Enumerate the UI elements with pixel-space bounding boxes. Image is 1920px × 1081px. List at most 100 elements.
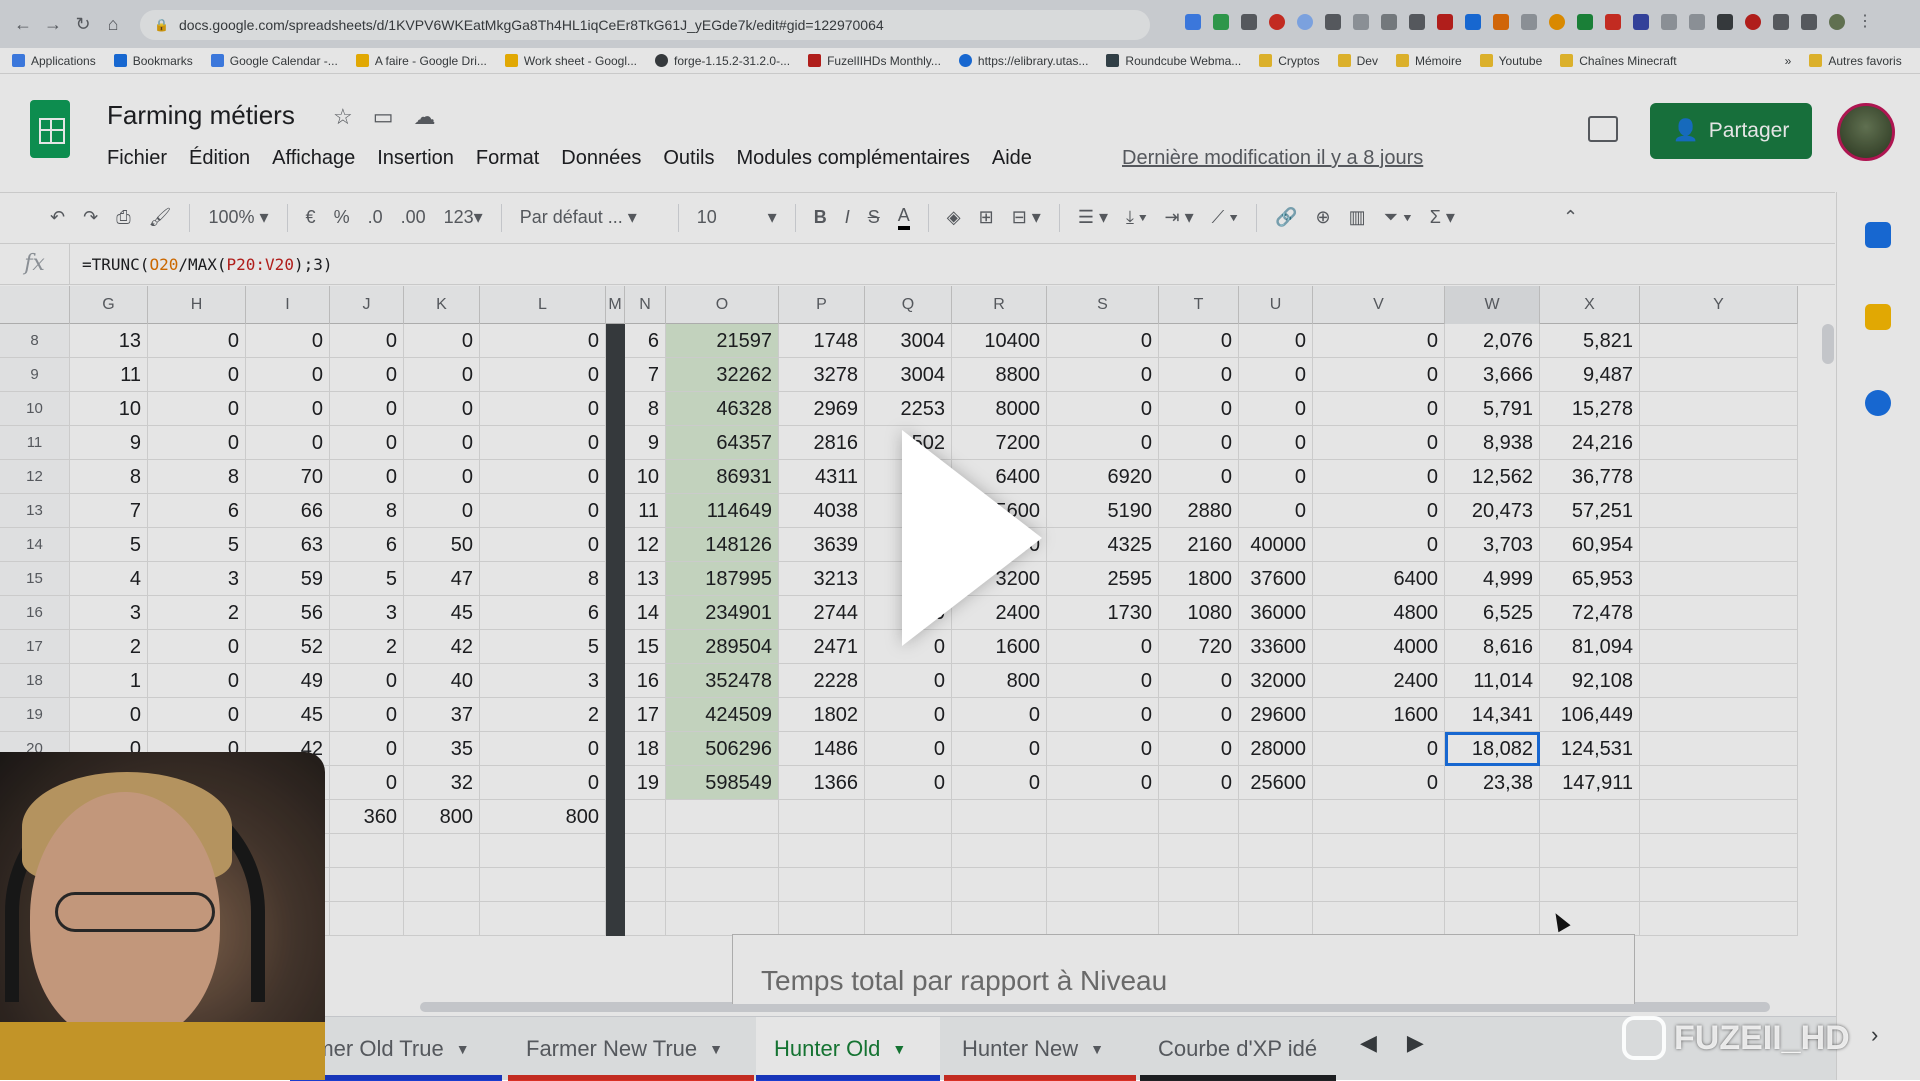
avatar[interactable] bbox=[1837, 103, 1895, 161]
cell-u[interactable]: 28000 bbox=[1239, 732, 1313, 766]
cell-r[interactable]: 0 bbox=[952, 766, 1047, 800]
cell-m[interactable] bbox=[606, 800, 625, 834]
cell-h[interactable]: 0 bbox=[148, 630, 246, 664]
cell-j[interactable]: 0 bbox=[330, 392, 404, 426]
cell-n[interactable]: 10 bbox=[625, 460, 666, 494]
last-edit-link[interactable]: Dernière modification il y a 8 jours bbox=[1122, 147, 1423, 170]
cell-g[interactable]: 8 bbox=[70, 460, 148, 494]
cell-n[interactable] bbox=[625, 834, 666, 868]
cell-n[interactable]: 12 bbox=[625, 528, 666, 562]
bookmark-applications[interactable]: Applications bbox=[12, 54, 96, 68]
select-all-corner[interactable] bbox=[0, 286, 70, 324]
font-select[interactable]: Par défaut ... ▾ bbox=[520, 207, 660, 228]
cell-o[interactable]: 424509 bbox=[666, 698, 779, 732]
cell-m[interactable] bbox=[606, 664, 625, 698]
cell-k[interactable]: 37 bbox=[404, 698, 480, 732]
chevron-down-icon[interactable]: ▼ bbox=[892, 1041, 906, 1057]
cell-q[interactable]: 0 bbox=[865, 766, 952, 800]
row-header[interactable]: 17 bbox=[0, 630, 70, 664]
cell-m[interactable] bbox=[606, 766, 625, 800]
cell-k[interactable]: 0 bbox=[404, 392, 480, 426]
cell-q[interactable] bbox=[865, 868, 952, 902]
column-header-r[interactable]: R bbox=[952, 286, 1047, 324]
cell-v[interactable]: 0 bbox=[1313, 392, 1445, 426]
column-header-u[interactable]: U bbox=[1239, 286, 1313, 324]
cell-p[interactable]: 4038 bbox=[779, 494, 865, 528]
column-header-q[interactable]: Q bbox=[865, 286, 952, 324]
row-header[interactable]: 11 bbox=[0, 426, 70, 460]
cell-y[interactable] bbox=[1640, 698, 1798, 732]
cell-w[interactable]: 20,473 bbox=[1445, 494, 1540, 528]
cell-y[interactable] bbox=[1640, 358, 1798, 392]
cell-g[interactable]: 4 bbox=[70, 562, 148, 596]
opera-extension-icon[interactable] bbox=[1269, 14, 1285, 30]
cell-h[interactable]: 0 bbox=[148, 392, 246, 426]
cell-l[interactable]: 0 bbox=[480, 358, 606, 392]
cast-extension-icon[interactable] bbox=[1689, 14, 1705, 30]
cell-t[interactable]: 2880 bbox=[1159, 494, 1239, 528]
cell-y[interactable] bbox=[1640, 596, 1798, 630]
cell-s[interactable]: 4325 bbox=[1047, 528, 1159, 562]
cell-p[interactable]: 4311 bbox=[779, 460, 865, 494]
vertical-align-icon[interactable]: ⤓ ▾ bbox=[1126, 207, 1147, 228]
cell-t[interactable] bbox=[1159, 800, 1239, 834]
cell-j[interactable]: 360 bbox=[330, 800, 404, 834]
row-header[interactable]: 12 bbox=[0, 460, 70, 494]
row-header[interactable]: 19 bbox=[0, 698, 70, 732]
cell-i[interactable]: 63 bbox=[246, 528, 330, 562]
cell-j[interactable]: 0 bbox=[330, 324, 404, 358]
cell-u[interactable]: 0 bbox=[1239, 392, 1313, 426]
column-header-n[interactable]: N bbox=[625, 286, 666, 324]
cell-h[interactable]: 8 bbox=[148, 460, 246, 494]
cell-i[interactable]: 56 bbox=[246, 596, 330, 630]
column-header-l[interactable]: L bbox=[480, 286, 606, 324]
row-header[interactable]: 8 bbox=[0, 324, 70, 358]
cell-j[interactable]: 8 bbox=[330, 494, 404, 528]
cell-p[interactable]: 3278 bbox=[779, 358, 865, 392]
cell-t[interactable]: 0 bbox=[1159, 766, 1239, 800]
cell-g[interactable]: 10 bbox=[70, 392, 148, 426]
bookmark-forge[interactable]: forge-1.15.2-31.2.0-... bbox=[655, 54, 790, 68]
formula-extension-icon[interactable] bbox=[1241, 14, 1257, 30]
cell-l[interactable]: 8 bbox=[480, 562, 606, 596]
bookmark-roundcube[interactable]: Roundcube Webma... bbox=[1106, 54, 1241, 68]
cell-r[interactable]: 0 bbox=[952, 732, 1047, 766]
cell-u[interactable]: 40000 bbox=[1239, 528, 1313, 562]
cell-y[interactable] bbox=[1640, 630, 1798, 664]
cell-j[interactable]: 0 bbox=[330, 358, 404, 392]
menu-outils[interactable]: Outils bbox=[663, 147, 714, 170]
menu-edition[interactable]: Édition bbox=[189, 147, 250, 170]
cell-x[interactable]: 106,449 bbox=[1540, 698, 1640, 732]
cell-n[interactable]: 19 bbox=[625, 766, 666, 800]
cell-u[interactable]: 32000 bbox=[1239, 664, 1313, 698]
zoom-select[interactable]: 100% ▾ bbox=[208, 207, 268, 228]
cell-w[interactable]: 14,341 bbox=[1445, 698, 1540, 732]
cell-p[interactable]: 1486 bbox=[779, 732, 865, 766]
cell-v[interactable] bbox=[1313, 868, 1445, 902]
menu-modules[interactable]: Modules complémentaires bbox=[736, 147, 969, 170]
cell-g[interactable]: 1 bbox=[70, 664, 148, 698]
cell-q[interactable]: 0 bbox=[865, 698, 952, 732]
cell-g[interactable]: 3 bbox=[70, 596, 148, 630]
cell-w[interactable]: 4,999 bbox=[1445, 562, 1540, 596]
functions-icon[interactable]: Σ ▾ bbox=[1430, 207, 1455, 228]
column-header-y[interactable]: Y bbox=[1640, 286, 1798, 324]
cell-k[interactable]: 0 bbox=[404, 426, 480, 460]
row-header[interactable]: 13 bbox=[0, 494, 70, 528]
cell-j[interactable]: 0 bbox=[330, 732, 404, 766]
cell-j[interactable]: 2 bbox=[330, 630, 404, 664]
cell-j[interactable]: 0 bbox=[330, 698, 404, 732]
cell-o[interactable]: 234901 bbox=[666, 596, 779, 630]
cell-o[interactable]: 598549 bbox=[666, 766, 779, 800]
cell-x[interactable] bbox=[1540, 834, 1640, 868]
cell-i[interactable]: 66 bbox=[246, 494, 330, 528]
fill-color-icon[interactable]: ◈ bbox=[947, 207, 961, 228]
cell-u[interactable] bbox=[1239, 902, 1313, 936]
cell-r[interactable]: 8000 bbox=[952, 392, 1047, 426]
cell-u[interactable]: 0 bbox=[1239, 460, 1313, 494]
cell-o[interactable] bbox=[666, 868, 779, 902]
cell-m[interactable] bbox=[606, 868, 625, 902]
cell-s[interactable]: 0 bbox=[1047, 358, 1159, 392]
cell-y[interactable] bbox=[1640, 664, 1798, 698]
cell-h[interactable]: 2 bbox=[148, 596, 246, 630]
